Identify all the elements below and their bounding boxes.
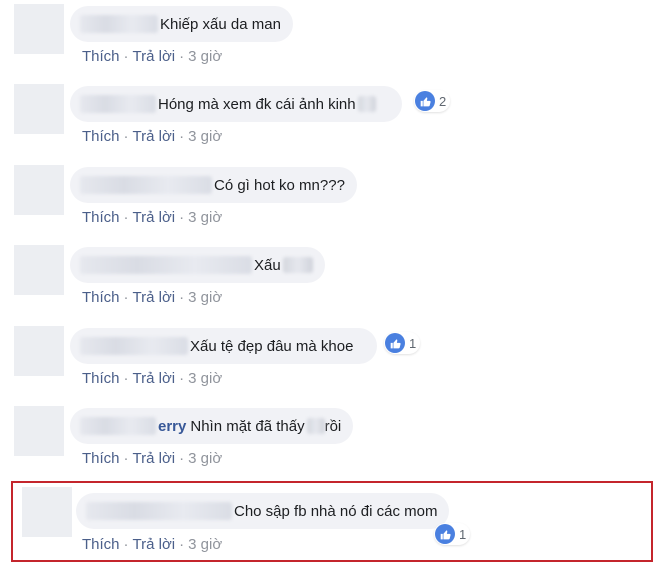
comment-bubble: Khiếp xấu da man [70,6,293,42]
timestamp[interactable]: 3 giờ [188,209,222,226]
reaction-badge[interactable]: 1 [434,523,471,545]
comment-4: Xấu Thích · Trả lời · 3 giờ [0,241,660,321]
comment-actions: Thích · Trả lời · 3 giờ [82,48,222,65]
like-link[interactable]: Thích [82,536,120,553]
reaction-badge[interactable]: 1 [384,332,421,354]
separator: · [179,536,185,553]
timestamp[interactable]: 3 giờ [188,450,222,467]
separator: · [179,128,185,145]
blurred-text [306,418,325,434]
timestamp[interactable]: 3 giờ [188,536,222,553]
separator: · [123,289,129,306]
comment-text-end: rồi [324,417,342,435]
thumbs-up-icon [415,91,435,111]
like-link[interactable]: Thích [82,450,120,467]
reaction-count: 1 [409,335,417,351]
blurred-text [282,257,313,273]
timestamp[interactable]: 3 giờ [188,128,222,145]
commenter-name[interactable]: erry [158,418,186,435]
like-link[interactable]: Thích [82,370,120,387]
separator: · [179,209,185,226]
separator: · [123,450,129,467]
thumbs-up-icon [435,524,455,544]
comment-bubble: erry Nhìn mặt đã thấy rồi [70,408,354,444]
separator: · [123,536,129,553]
blurred-name[interactable] [80,95,156,113]
comment-7: Cho sập fb nhà nó đi các mom 1 Thích · Trả… [0,483,660,563]
reply-link[interactable]: Trả lời [133,209,176,226]
comment-2: Hóng mà xem đk cái ảnh kinh 2 Thích · Trả … [0,80,660,160]
comment-text: Khiếp xấu da man [160,15,281,33]
reply-link[interactable]: Trả lời [133,289,176,306]
separator: · [179,289,185,306]
comment-text: Nhìn mặt đã thấy [190,417,305,435]
comment-text: Cho sập fb nhà nó đi các mom [234,502,438,520]
blurred-text [357,96,376,112]
reply-link[interactable]: Trả lời [133,48,176,65]
reply-link[interactable]: Trả lời [133,370,176,387]
avatar[interactable] [22,487,72,537]
blurred-name[interactable] [80,417,156,435]
comment-bubble: Xấu tệ đẹp đâu mà khoe [70,328,378,364]
blurred-name[interactable] [86,502,232,520]
separator: · [179,48,185,65]
avatar[interactable] [14,165,64,215]
comment-1: Khiếp xấu da man Thích · Trả lời · 3 giờ [0,0,660,80]
comment-5: Xấu tệ đẹp đâu mà khoe 1 Thích · Trả lời · 3… [0,322,660,402]
separator: · [123,128,129,145]
separator: · [179,370,185,387]
comment-text: Hóng mà xem đk cái ảnh kinh [158,95,356,113]
blurred-name[interactable] [80,256,252,274]
reply-link[interactable]: Trả lời [133,536,176,553]
avatar[interactable] [14,406,64,456]
comment-bubble: Hóng mà xem đk cái ảnh kinh [70,86,402,122]
comment-3: Có gì hot ko mn??? Thích · Trả lời · 3 giờ [0,161,660,241]
avatar[interactable] [14,84,64,134]
comment-actions: Thích · Trả lời · 3 giờ [82,536,222,553]
avatar[interactable] [14,245,64,295]
comment-actions: Thích · Trả lời · 3 giờ [82,289,222,306]
separator: · [123,370,129,387]
comment-actions: Thích · Trả lời · 3 giờ [82,209,222,226]
avatar[interactable] [14,4,64,54]
comment-actions: Thích · Trả lời · 3 giờ [82,370,222,387]
reaction-count: 2 [439,93,447,109]
comment-text: Xấu [254,256,281,274]
comment-actions: Thích · Trả lời · 3 giờ [82,450,222,467]
comment-bubble: Xấu [70,247,325,283]
blurred-name[interactable] [80,337,188,355]
avatar[interactable] [14,326,64,376]
separator: · [179,450,185,467]
timestamp[interactable]: 3 giờ [188,289,222,306]
blurred-name[interactable] [80,15,158,33]
like-link[interactable]: Thích [82,209,120,226]
comment-bubble: Cho sập fb nhà nó đi các mom [76,493,450,529]
comment-6: erry Nhìn mặt đã thấy rồi Thích · Trả lời ·… [0,402,660,482]
thumbs-up-icon [385,333,405,353]
separator: · [123,48,129,65]
like-link[interactable]: Thích [82,48,120,65]
comment-text: Xấu tệ đẹp đâu mà khoe [190,337,354,355]
like-link[interactable]: Thích [82,289,120,306]
blurred-name[interactable] [80,176,212,194]
like-link[interactable]: Thích [82,128,120,145]
reaction-badge[interactable]: 2 [414,90,451,112]
reply-link[interactable]: Trả lời [133,450,176,467]
separator: · [123,209,129,226]
timestamp[interactable]: 3 giờ [188,48,222,65]
reaction-count: 1 [459,526,467,542]
timestamp[interactable]: 3 giờ [188,370,222,387]
reply-link[interactable]: Trả lời [133,128,176,145]
comment-actions: Thích · Trả lời · 3 giờ [82,128,222,145]
comment-bubble: Có gì hot ko mn??? [70,167,357,203]
comment-text: Có gì hot ko mn??? [214,176,345,194]
